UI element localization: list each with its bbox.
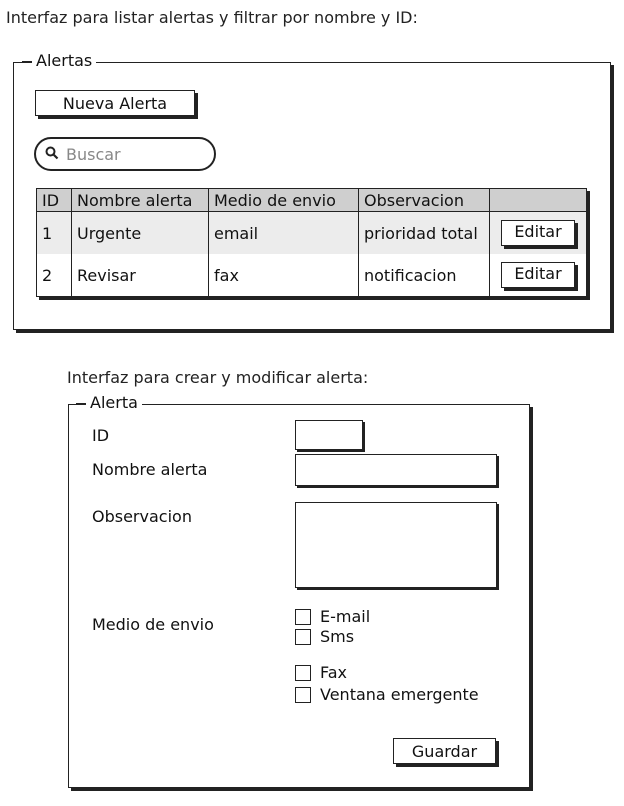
- name-field[interactable]: [295, 454, 497, 486]
- checkbox-box[interactable]: [295, 686, 311, 703]
- name-input[interactable]: [296, 455, 496, 485]
- alert-form-legend: Alerta: [86, 394, 142, 412]
- column-header-actions: [489, 188, 587, 212]
- alerts-table: ID Nombre alerta Medio de envio Observac…: [36, 188, 587, 297]
- search-icon: [45, 146, 59, 160]
- cell-observation: prioridad total: [358, 211, 490, 254]
- id-input[interactable]: [296, 421, 362, 449]
- search-input[interactable]: [64, 142, 208, 166]
- alerts-legend: Alertas: [32, 52, 97, 70]
- cell-observation: notificacion: [358, 254, 490, 297]
- cell-id: 2: [36, 254, 72, 297]
- table-row: 2 Revisar fax notificacion Editar: [36, 254, 587, 297]
- cell-id: 1: [36, 211, 72, 254]
- edit-button[interactable]: Editar: [501, 262, 575, 288]
- cell-medium: email: [208, 211, 359, 254]
- cell-name: Urgente: [71, 211, 209, 254]
- column-header-observation: Observacion: [358, 188, 490, 212]
- edit-button[interactable]: Editar: [501, 220, 575, 246]
- checkbox-popup-window-label: Ventana emergente: [320, 685, 479, 704]
- checkbox-sms-label: Sms: [320, 627, 355, 646]
- observation-label: Observacion: [92, 507, 192, 526]
- save-button[interactable]: Guardar: [393, 738, 496, 764]
- cell-name: Revisar: [71, 254, 209, 297]
- column-header-name: Nombre alerta: [71, 188, 209, 212]
- checkbox-email-label: E-mail: [320, 607, 371, 626]
- column-header-id: ID: [36, 188, 72, 212]
- checkbox-popup-window[interactable]: Ventana emergente: [295, 685, 479, 704]
- checkbox-box[interactable]: [295, 628, 311, 645]
- id-field[interactable]: [295, 420, 363, 450]
- new-alert-button[interactable]: Nueva Alerta: [35, 90, 195, 116]
- search-field[interactable]: [34, 137, 216, 171]
- checkbox-fax[interactable]: Fax: [295, 663, 347, 682]
- id-label: ID: [92, 426, 110, 445]
- table-row: 1 Urgente email prioridad total Editar: [36, 211, 587, 254]
- form-caption: Interfaz para crear y modificar alerta:: [67, 368, 369, 387]
- observation-textarea[interactable]: [296, 503, 496, 587]
- table-header-row: ID Nombre alerta Medio de envio Observac…: [36, 188, 587, 212]
- observation-field[interactable]: [295, 502, 497, 588]
- checkbox-sms[interactable]: Sms: [295, 627, 354, 646]
- checkbox-box[interactable]: [295, 608, 311, 625]
- name-label: Nombre alerta: [92, 460, 208, 479]
- list-caption: Interfaz para listar alertas y filtrar p…: [6, 8, 418, 27]
- checkbox-fax-label: Fax: [320, 663, 348, 682]
- column-header-medium: Medio de envio: [208, 188, 359, 212]
- cell-actions: Editar: [489, 211, 587, 254]
- checkbox-email[interactable]: E-mail: [295, 607, 370, 626]
- cell-actions: Editar: [489, 254, 587, 297]
- checkbox-box[interactable]: [295, 664, 311, 681]
- cell-medium: fax: [208, 254, 359, 297]
- medium-label: Medio de envio: [92, 615, 214, 634]
